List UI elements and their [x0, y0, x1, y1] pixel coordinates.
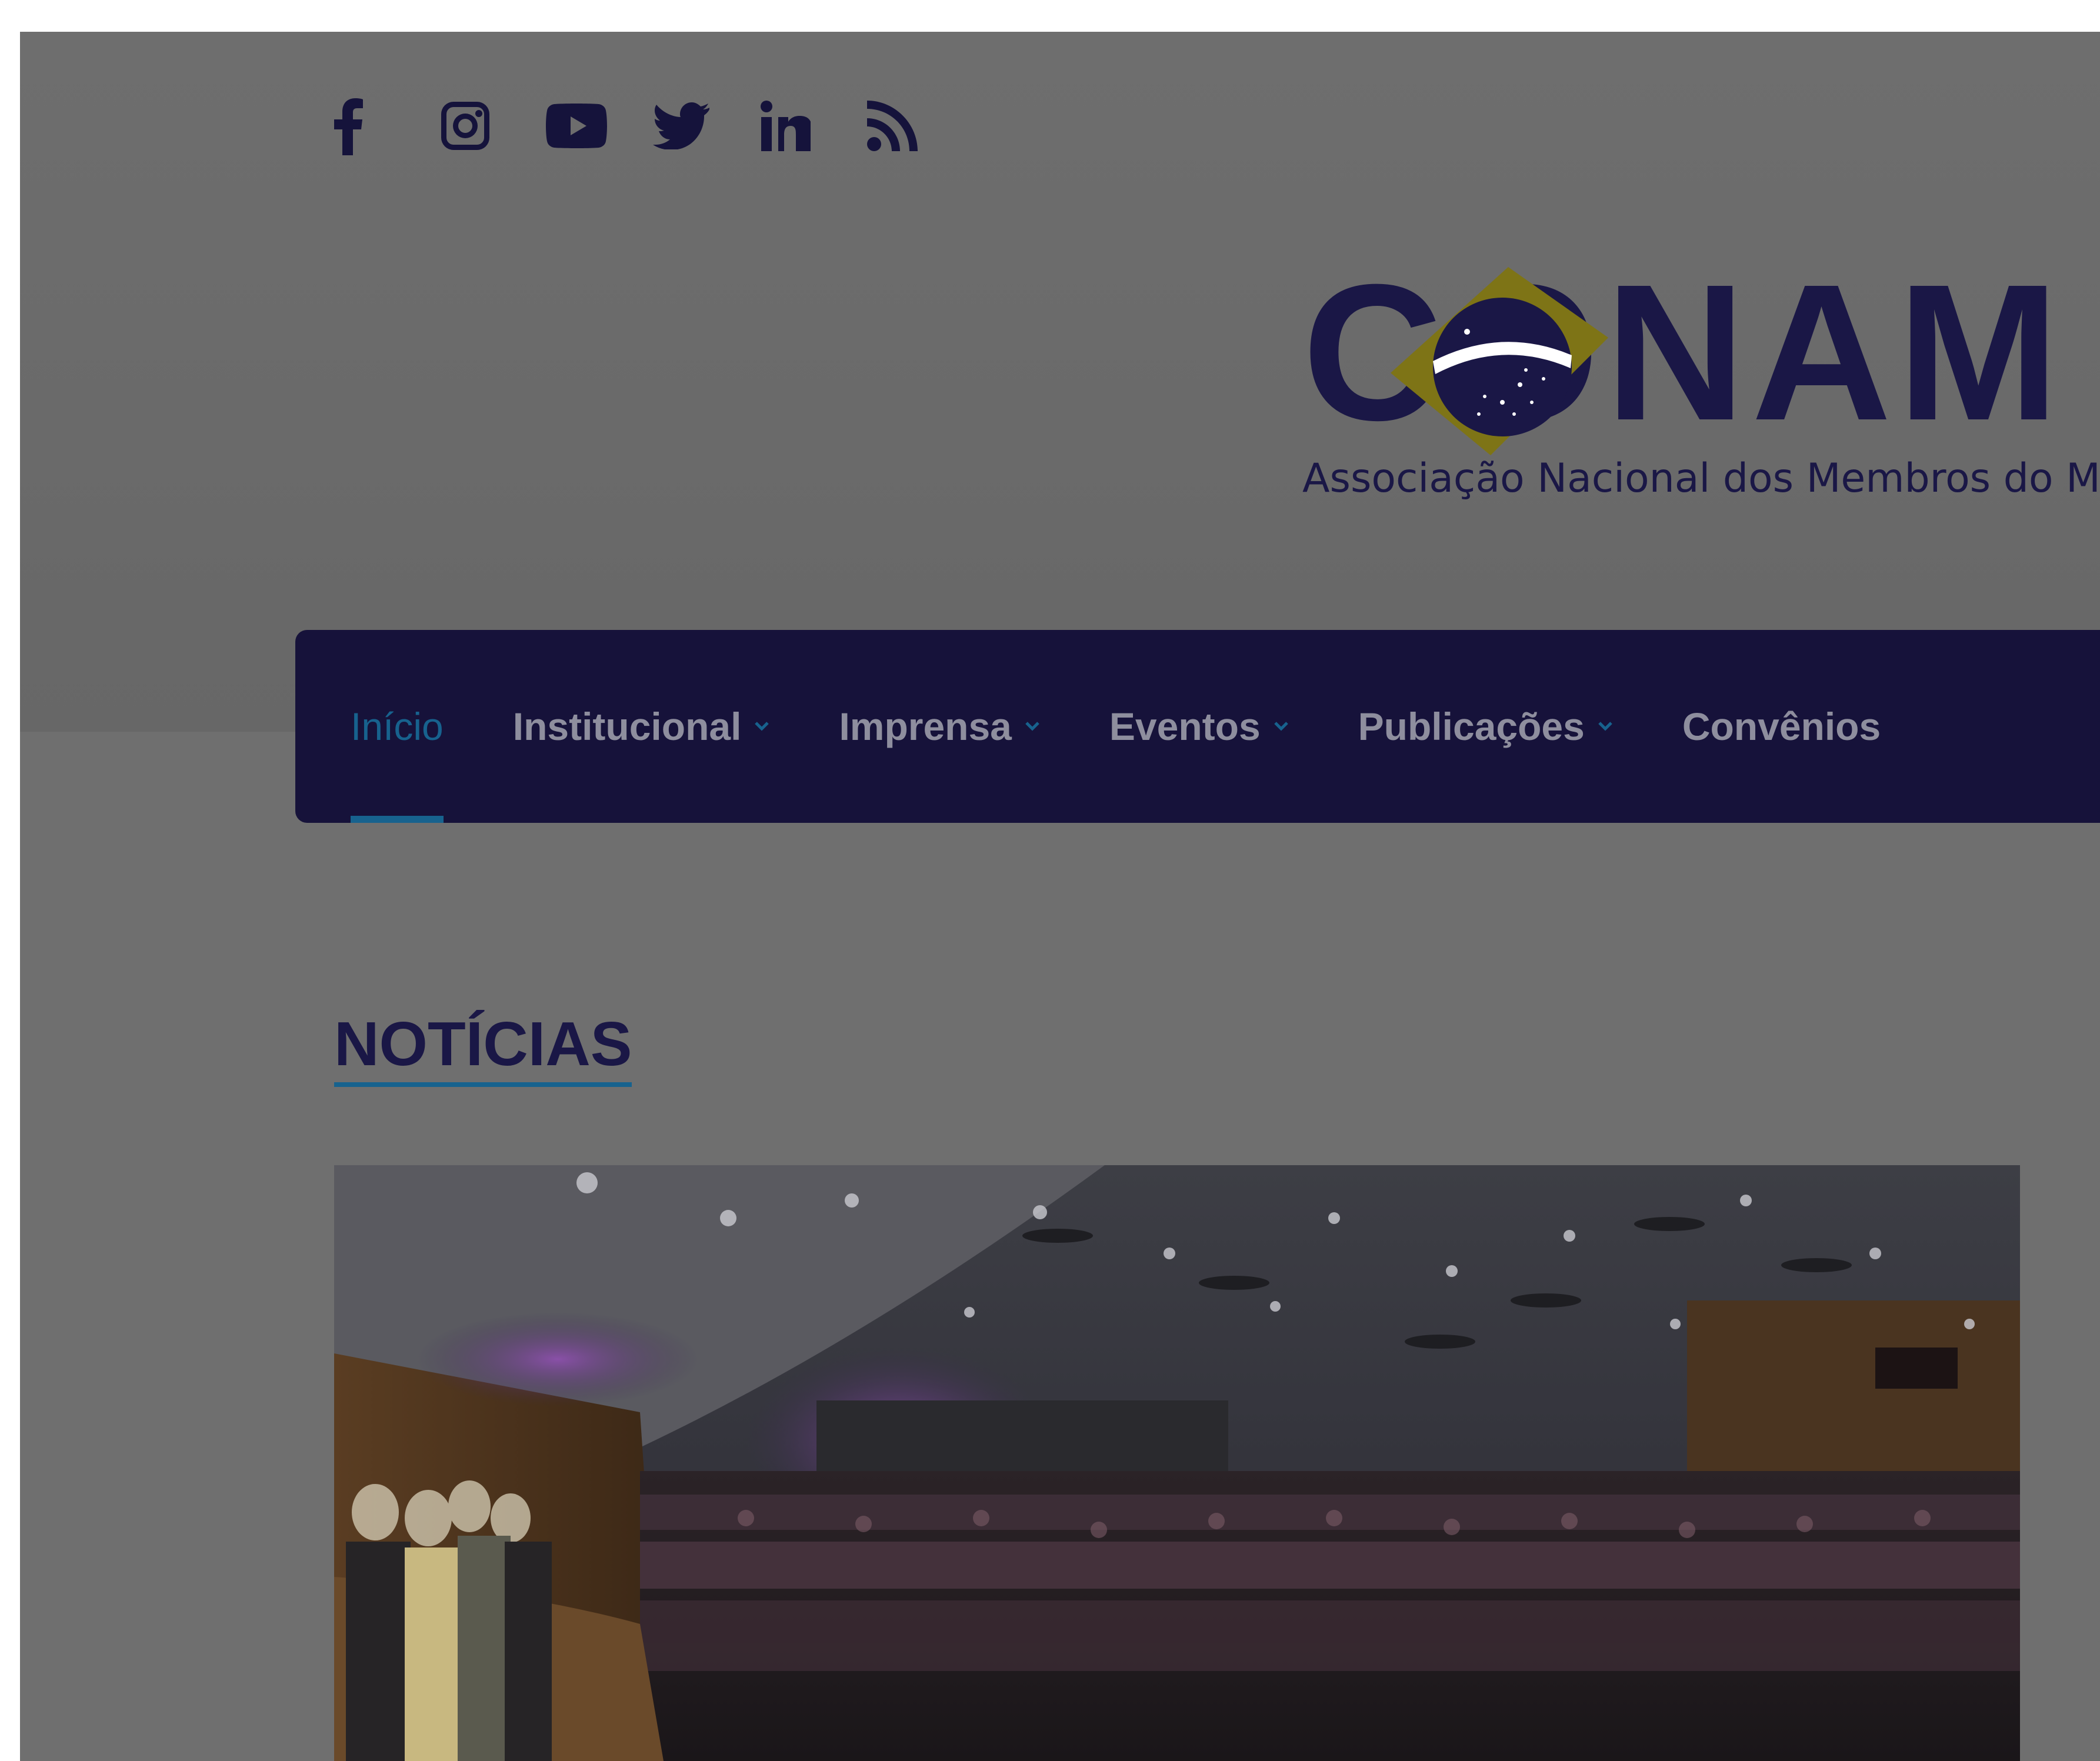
- active-indicator: [351, 816, 444, 823]
- facebook-icon[interactable]: [332, 91, 439, 161]
- news-featured-image[interactable]: [334, 1165, 2020, 1761]
- nav-item-label: Início: [351, 705, 444, 748]
- auditorium-photo: [334, 1165, 2020, 1761]
- nav-item-label: Convênios: [1682, 705, 1881, 748]
- brazil-flag-emblem: [1391, 267, 1608, 455]
- nav-item-imprensa[interactable]: Imprensa: [839, 630, 1039, 823]
- instagram-icon[interactable]: [439, 91, 546, 161]
- nav-item-eventos[interactable]: Eventos: [1109, 630, 1289, 823]
- social-links: [332, 91, 974, 161]
- nav-item-inicio[interactable]: Início: [351, 630, 444, 823]
- conam-logo[interactable]: CONAM Associação Nacional dos Membros do…: [1302, 220, 2100, 526]
- chevron-down-icon: [755, 722, 769, 731]
- chevron-down-icon: [1598, 722, 1612, 731]
- section-title: NOTÍCIAS: [334, 1013, 632, 1087]
- nav-item-label: Eventos: [1109, 705, 1261, 748]
- linkedin-icon[interactable]: [760, 91, 867, 161]
- nav-item-label: Imprensa: [839, 705, 1012, 748]
- twitter-icon[interactable]: [653, 91, 760, 161]
- nav-item-label: Publicações: [1358, 705, 1585, 748]
- chevron-down-icon: [1274, 722, 1288, 731]
- rss-icon[interactable]: [867, 91, 974, 161]
- logo-subtitle: Associação Nacional dos Membros do Minis…: [1302, 455, 2100, 502]
- chevron-down-icon: [1025, 722, 1039, 731]
- main-navigation: Início Institucional Imprensa Eventos Pu…: [295, 630, 2100, 823]
- nav-items: Início Institucional Imprensa Eventos Pu…: [351, 630, 1950, 823]
- nav-item-convenios[interactable]: Convênios: [1682, 630, 1881, 823]
- youtube-icon[interactable]: [546, 91, 653, 161]
- nav-item-publicacoes[interactable]: Publicações: [1358, 630, 1613, 823]
- nav-item-institucional[interactable]: Institucional: [513, 630, 770, 823]
- nav-item-label: Institucional: [512, 705, 742, 748]
- page-viewport: CONAM Associação Nacional dos Membros do…: [20, 32, 2100, 1761]
